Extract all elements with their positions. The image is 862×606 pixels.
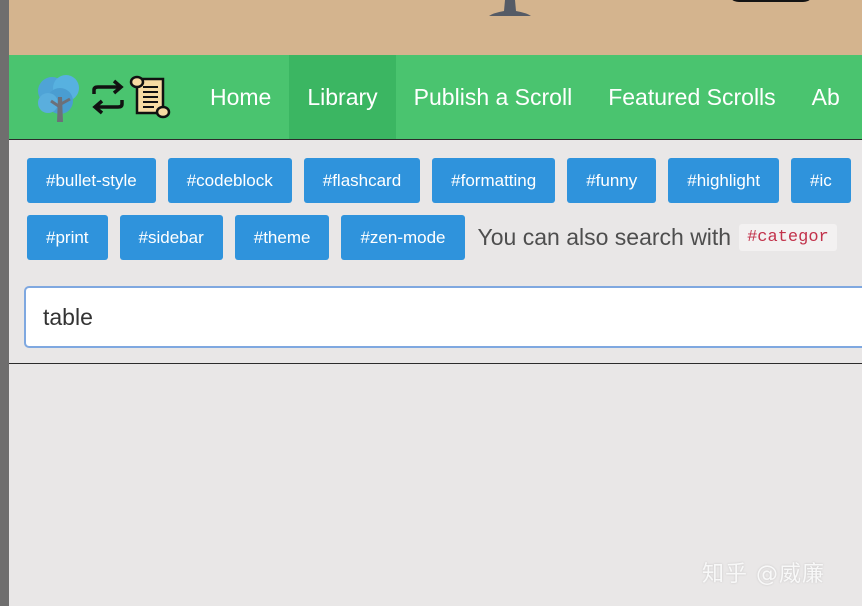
- library-search-panel: #bullet-style #codeblock #flashcard #for…: [9, 139, 862, 364]
- tag-formatting[interactable]: #formatting: [432, 158, 556, 203]
- tag-row: #print #sidebar #theme #zen-mode You can…: [27, 215, 837, 260]
- nav-publish-scroll[interactable]: Publish a Scroll: [396, 55, 591, 139]
- search-hint-code: #categor: [739, 224, 837, 251]
- scroll-icon: [129, 75, 171, 119]
- tree-logo-icon: [38, 75, 79, 122]
- banner-dark-shape: [727, 0, 815, 2]
- tag-zen-mode[interactable]: #zen-mode: [341, 215, 465, 260]
- nav-library[interactable]: Library: [289, 55, 396, 139]
- nav-about[interactable]: Ab: [794, 55, 858, 139]
- tag-row: #bullet-style #codeblock #flashcard #for…: [27, 158, 851, 203]
- tree-trunk-graphic: [489, 0, 531, 16]
- nav-featured-scrolls[interactable]: Featured Scrolls: [590, 55, 793, 139]
- sync-arrows-icon: [92, 79, 124, 115]
- tag-highlight[interactable]: #highlight: [668, 158, 780, 203]
- search-hint-text: You can also search with: [477, 224, 732, 250]
- tag-ic[interactable]: #ic: [791, 158, 851, 203]
- tag-funny[interactable]: #funny: [567, 158, 657, 203]
- navbar: Home Library Publish a Scroll Featured S…: [9, 55, 862, 140]
- nav-home[interactable]: Home: [189, 55, 289, 139]
- logo[interactable]: [9, 55, 189, 139]
- tag-print[interactable]: #print: [27, 215, 108, 260]
- tag-bullet-style[interactable]: #bullet-style: [27, 158, 156, 203]
- tag-sidebar[interactable]: #sidebar: [119, 215, 223, 260]
- search-input[interactable]: [24, 286, 862, 348]
- window-left-edge: [0, 0, 9, 606]
- tag-codeblock[interactable]: #codeblock: [167, 158, 292, 203]
- header-banner: [9, 0, 862, 55]
- watermark: 知乎 @威廉: [702, 562, 825, 587]
- tag-flashcard[interactable]: #flashcard: [303, 158, 421, 203]
- tag-theme[interactable]: #theme: [234, 215, 330, 260]
